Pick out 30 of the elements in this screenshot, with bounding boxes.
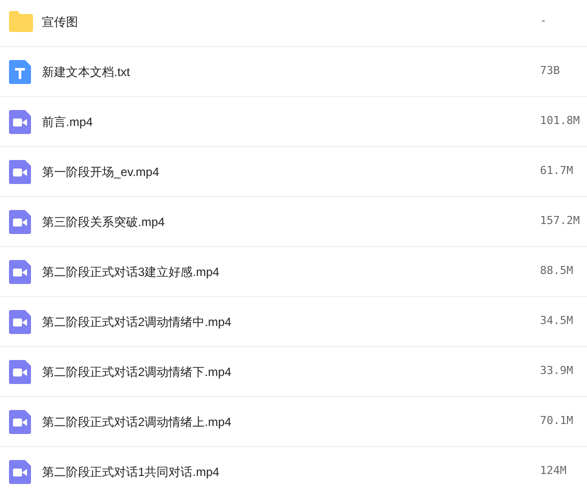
file-size: 101.8M: [540, 113, 581, 130]
video-file-icon: [9, 110, 31, 134]
video-file-icon: [9, 460, 31, 484]
file-name[interactable]: 第三阶段关系突破.mp4: [42, 212, 540, 230]
file-size: 33.9M: [540, 363, 574, 380]
video-file-icon: [9, 310, 31, 334]
video-file-icon: [9, 210, 31, 234]
file-name[interactable]: 第二阶段正式对话2调动情绪中.mp4: [42, 312, 540, 330]
file-name[interactable]: 第二阶段正式对话3建立好感.mp4: [42, 262, 540, 280]
video-file-icon: [9, 360, 31, 384]
folder-icon: [9, 11, 33, 32]
video-file-icon: [9, 260, 31, 284]
file-name[interactable]: 前言.mp4: [42, 112, 540, 130]
video-file-icon: [9, 410, 31, 434]
file-size: -: [540, 13, 548, 30]
file-size: 61.7M: [540, 163, 574, 180]
text-file-icon: [9, 60, 31, 84]
file-size: 124M: [540, 463, 568, 480]
file-name[interactable]: 第二阶段正式对话2调动情绪上.mp4: [42, 412, 540, 430]
file-name[interactable]: 第二阶段正式对话2调动情绪下.mp4: [42, 362, 540, 380]
file-name[interactable]: 第二阶段正式对话1共同对话.mp4: [42, 462, 540, 480]
video-file-icon: [9, 160, 31, 184]
file-name[interactable]: 新建文本文档.txt: [42, 62, 540, 80]
file-name[interactable]: 宣传图: [42, 12, 540, 30]
file-size: 70.1M: [540, 413, 574, 430]
file-size: 34.5M: [540, 313, 574, 330]
file-size: 73B: [540, 63, 561, 80]
file-size: 157.2M: [540, 213, 581, 230]
file-size: 88.5M: [540, 263, 574, 280]
file-name[interactable]: 第一阶段开场_ev.mp4: [42, 162, 540, 180]
